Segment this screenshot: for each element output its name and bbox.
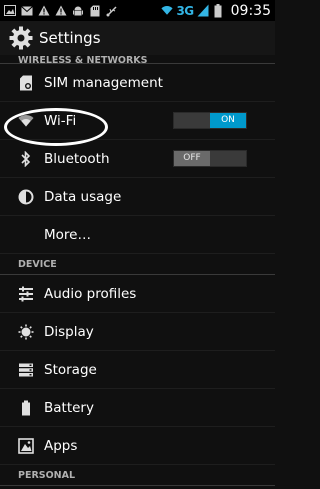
settings-item-data-usage[interactable]: Data usage xyxy=(0,178,275,216)
settings-item-apps[interactable]: Apps xyxy=(0,427,275,465)
settings-item-label: Bluetooth xyxy=(44,150,110,167)
section-header-personal: PERSONAL xyxy=(0,465,275,486)
warning-icon xyxy=(55,5,67,17)
battery-icon xyxy=(18,400,34,416)
wifi-highlight-circle xyxy=(4,108,108,146)
settings-item-sim-management[interactable]: SIM management xyxy=(0,64,275,102)
display-icon xyxy=(18,324,34,340)
page-title: Settings xyxy=(39,29,101,47)
settings-item-battery[interactable]: Battery xyxy=(0,389,275,427)
settings-item-storage[interactable]: Storage xyxy=(0,351,275,389)
sd-card-icon xyxy=(89,5,101,17)
section-header-wireless: WIRELESS & NETWORKS xyxy=(0,55,275,64)
network-type: 3G xyxy=(176,3,194,18)
sim-icon xyxy=(18,75,34,91)
bluetooth-toggle[interactable]: OFF xyxy=(173,150,247,167)
android-icon xyxy=(72,5,84,17)
settings-item-display[interactable]: Display xyxy=(0,313,275,351)
action-bar: Settings xyxy=(0,21,275,55)
signal-icon xyxy=(197,4,209,17)
section-header-device: DEVICE xyxy=(0,254,275,275)
settings-item-label: More… xyxy=(44,226,91,243)
settings-item-label: Apps xyxy=(44,437,78,454)
status-bar: 3G 09:35 xyxy=(0,0,275,21)
wifi-toggle[interactable]: ON xyxy=(173,112,247,129)
apps-icon xyxy=(18,437,34,454)
warning-icon xyxy=(38,5,50,17)
data-usage-icon xyxy=(18,189,34,205)
settings-item-label: Battery xyxy=(44,399,94,416)
storage-icon xyxy=(18,362,34,378)
bluetooth-icon xyxy=(18,150,34,167)
usb-icon xyxy=(106,5,118,17)
settings-item-label: SIM management xyxy=(44,74,163,91)
settings-item-label: Storage xyxy=(44,361,97,378)
image-icon xyxy=(4,5,16,17)
clock: 09:35 xyxy=(230,2,271,19)
settings-item-label: Display xyxy=(44,323,94,340)
settings-item-more[interactable]: More… xyxy=(0,216,275,254)
toggle-state: OFF xyxy=(174,151,210,166)
settings-item-label: Audio profiles xyxy=(44,285,137,302)
audio-profiles-icon xyxy=(18,286,34,302)
settings-item-bluetooth[interactable]: Bluetooth OFF xyxy=(0,140,275,178)
battery-icon xyxy=(212,3,224,17)
wifi-signal-icon xyxy=(161,5,174,17)
toggle-state: ON xyxy=(210,113,246,128)
settings-item-audio-profiles[interactable]: Audio profiles xyxy=(0,275,275,313)
gear-icon[interactable] xyxy=(8,25,34,51)
email-icon xyxy=(21,5,33,17)
settings-item-label: Data usage xyxy=(44,188,122,205)
